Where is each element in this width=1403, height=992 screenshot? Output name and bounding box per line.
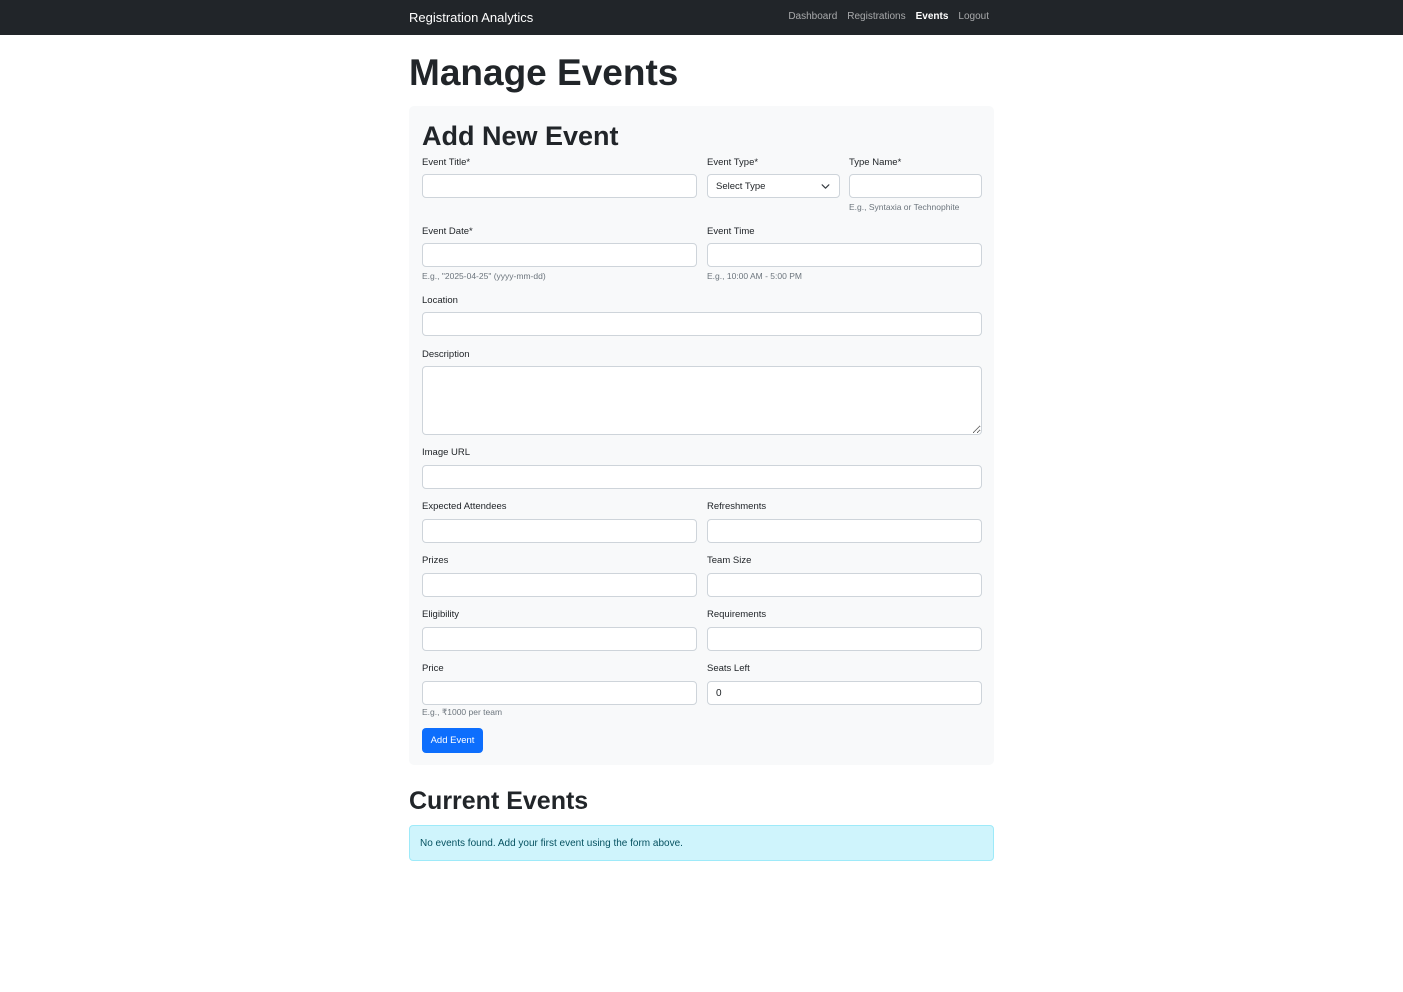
requirements-label: Requirements [707,609,767,620]
requirements-input[interactable] [707,627,982,651]
brand-link[interactable]: Registration Analytics [409,10,533,25]
form-title: Add New Event [422,121,619,151]
event-date-help: E.g., "2025-04-25" (yyyy-mm-dd) [422,271,546,281]
image-url-label: Image URL [422,447,471,458]
prizes-input[interactable] [422,573,697,597]
no-events-alert: No events found. Add your first event us… [409,825,994,861]
type-name-input[interactable] [849,174,982,198]
chevron-down-icon [821,184,830,189]
seats-left-input[interactable] [707,681,982,705]
seats-left-label: Seats Left [707,663,750,674]
top-navbar: Registration Analytics Dashboard Registr… [0,0,1403,35]
event-date-input[interactable] [422,243,697,267]
location-label: Location [422,295,458,306]
page-title: Manage Events [409,52,679,93]
event-time-help: E.g., 10:00 AM - 5:00 PM [707,271,802,281]
type-name-label: Type Name* [849,157,902,168]
expected-attendees-input[interactable] [422,519,697,543]
eligibility-input[interactable] [422,627,697,651]
add-event-button[interactable]: Add Event [422,728,483,753]
type-name-help: E.g., Syntaxia or Technophite [849,202,960,212]
description-textarea[interactable] [422,366,982,435]
refreshments-input[interactable] [707,519,982,543]
nav-link-dashboard[interactable]: Dashboard [788,11,837,22]
nav-link-registrations[interactable]: Registrations [847,11,905,22]
nav-link-logout[interactable]: Logout [958,11,989,22]
add-event-form: Add New Event Event Title* Event Type* S… [409,106,994,765]
team-size-label: Team Size [707,555,752,566]
team-size-input[interactable] [707,573,982,597]
price-label: Price [422,663,444,674]
event-title-label: Event Title* [422,157,471,168]
event-type-selected-value: Select Type [716,181,766,192]
current-events-title: Current Events [409,787,589,815]
price-input[interactable] [422,681,697,705]
expected-attendees-label: Expected Attendees [422,501,507,512]
event-type-label: Event Type* [707,157,759,168]
refreshments-label: Refreshments [707,501,767,512]
prizes-label: Prizes [422,555,449,566]
event-time-label: Event Time [707,226,755,237]
description-label: Description [422,349,470,360]
nav-link-events[interactable]: Events [916,11,949,22]
location-input[interactable] [422,312,982,336]
event-type-select[interactable]: Select Type [707,174,840,198]
event-title-input[interactable] [422,174,697,198]
price-help: E.g., ₹1000 per team [422,707,503,717]
event-time-input[interactable] [707,243,982,267]
image-url-input[interactable] [422,465,982,489]
event-date-label: Event Date* [422,226,473,237]
nav-links: Dashboard Registrations Events Logout [788,11,989,22]
eligibility-label: Eligibility [422,609,459,620]
